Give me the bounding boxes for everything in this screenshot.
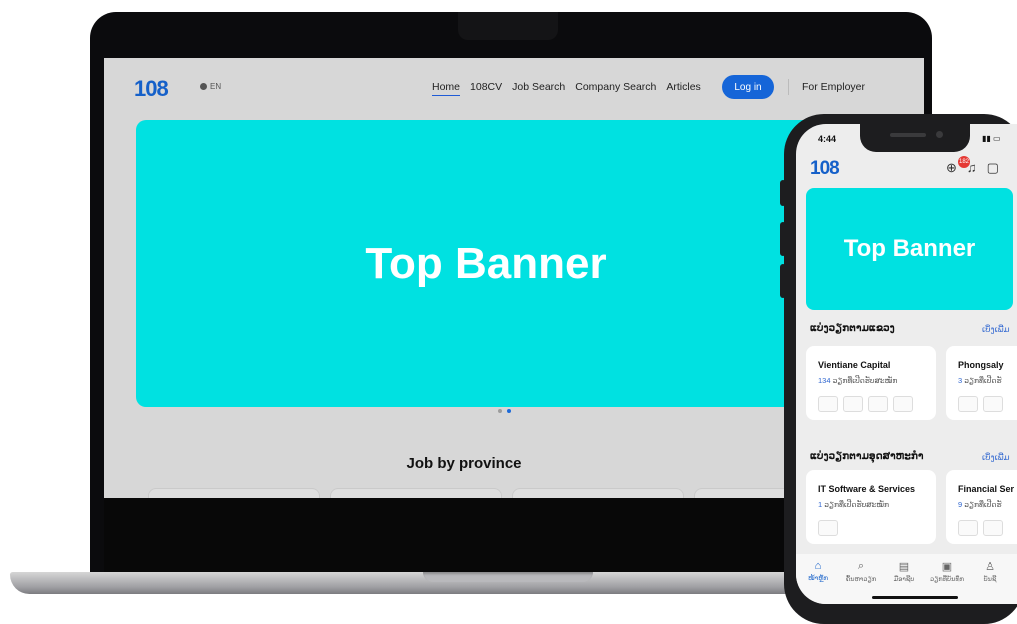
company-logos <box>958 520 1003 536</box>
camera-icon <box>936 131 943 138</box>
nav-job-search[interactable]: Job Search <box>512 81 565 96</box>
language-label: EN <box>210 82 222 91</box>
tab-search[interactable]: ⌕ ຄົ້ນຫາວຽກ <box>841 560 881 583</box>
top-banner[interactable]: Top Banner <box>136 120 836 407</box>
user-icon: ♙ <box>985 561 995 573</box>
card-title: Vientiane Capital <box>818 360 891 370</box>
main-nav: Home 108CV Job Search Company Search Art… <box>432 81 701 96</box>
tab-home[interactable]: ⌂ ໜ້າຫຼັກ <box>798 560 838 582</box>
status-time: 4:44 <box>818 134 837 144</box>
province-card[interactable] <box>148 488 320 498</box>
industry-card[interactable]: IT Software & Services 1 ວຽກທີ່ເປີດຮັບສະ… <box>806 470 936 544</box>
language-switch[interactable]: EN <box>200 82 221 91</box>
card-subtitle: 3 ວຽກທີ່ເປີດຮັ <box>958 376 1002 385</box>
tab-account[interactable]: ♙ ບັນຊີ <box>970 560 1010 583</box>
section-title-industry: ແບ່ງວຽກຕາມອຸດສາຫະກຳ <box>810 450 924 462</box>
flag-icon[interactable]: ⊕ <box>946 160 957 176</box>
laptop-hinge <box>423 572 593 582</box>
province-card[interactable]: Phongsaly 3 ວຽກທີ່ເປີດຮັ <box>946 346 1017 420</box>
company-logo <box>958 396 978 412</box>
province-card[interactable] <box>330 488 502 498</box>
home-indicator <box>872 596 958 599</box>
card-title: IT Software & Services <box>818 484 916 494</box>
search-icon: ⌕ <box>857 560 865 572</box>
company-logo <box>868 396 888 412</box>
company-logo <box>843 396 863 412</box>
card-subtitle: 9 ວຽກທີ່ເປີດຮັ <box>958 500 1002 509</box>
header-icons: ⊕ ♫ ▢ <box>946 160 999 176</box>
login-button[interactable]: Log in <box>722 75 774 99</box>
document-icon: ▤ <box>898 561 910 573</box>
laptop-camera-notch <box>458 12 558 40</box>
company-logos <box>958 396 1003 412</box>
industry-card[interactable]: Financial Ser 9 ວຽກທີ່ເປີດຮັ <box>946 470 1017 544</box>
card-subtitle: 134 ວຽກທີ່ເປີດຮັບສະໝັກ <box>818 376 898 385</box>
card-title: Financial Ser <box>958 484 1015 494</box>
company-logo <box>818 396 838 412</box>
speaker-grille <box>890 133 926 137</box>
carousel-dots <box>498 409 511 413</box>
nav-company-search[interactable]: Company Search <box>575 81 656 96</box>
card-subtitle: 1 ວຽກທີ່ເປີດຮັບສະໝັກ <box>818 500 890 509</box>
nav-home[interactable]: Home <box>432 81 461 96</box>
province-card[interactable] <box>512 488 684 498</box>
nav-articles[interactable]: Articles <box>666 81 700 96</box>
company-logo <box>818 520 838 536</box>
phone-notch <box>860 124 970 152</box>
globe-icon <box>200 83 207 90</box>
site-header: 108 EN Home 108CV Job Search Company Sea… <box>104 58 924 116</box>
banner-text: Top Banner <box>843 235 976 262</box>
home-icon: ⌂ <box>814 560 822 572</box>
carousel-dot[interactable] <box>498 409 502 413</box>
mobile-screen: 4:44 ▮▮ ▭ 108 ⊕ ♫ ▢ 182 Top Banner ແບ່ງວ… <box>796 124 1017 604</box>
section-title-province: ແບ່ງວຽກຕາມແຂວງ <box>810 322 895 334</box>
chat-icon[interactable]: ▢ <box>987 160 999 176</box>
site-logo[interactable]: 108 <box>134 76 169 102</box>
card-title: Phongsaly <box>958 360 1004 370</box>
nav-108cv[interactable]: 108CV <box>470 81 502 96</box>
company-logos <box>818 520 838 536</box>
section-title: Job by province <box>406 455 522 472</box>
mobile-top-banner[interactable]: Top Banner <box>806 188 1013 310</box>
company-logos <box>818 396 913 412</box>
for-employer-link[interactable]: For Employer <box>802 81 865 93</box>
divider <box>788 79 789 95</box>
company-logo <box>958 520 978 536</box>
company-logo <box>983 396 1003 412</box>
battery-icon: ▮▮ ▭ <box>982 134 1001 143</box>
notification-badge: 182 <box>958 156 970 168</box>
briefcase-icon: ▣ <box>941 561 953 573</box>
company-logo <box>983 520 1003 536</box>
tab-saved-jobs[interactable]: ▣ ວຽກທີ່ບັນທຶກ <box>927 560 967 583</box>
see-more-link[interactable]: ເບິ່ງເພີ່ມ <box>982 452 1010 463</box>
tab-professional[interactable]: ▤ ມືອາຊີບ <box>884 560 924 583</box>
see-more-link[interactable]: ເບິ່ງເພີ່ມ <box>982 324 1010 335</box>
carousel-dot-active[interactable] <box>507 409 511 413</box>
banner-text: Top Banner <box>365 238 607 288</box>
company-logo <box>893 396 913 412</box>
app-logo[interactable]: 108 <box>810 158 840 180</box>
province-card[interactable]: Vientiane Capital 134 ວຽກທີ່ເປີດຮັບສະໝັກ <box>806 346 936 420</box>
